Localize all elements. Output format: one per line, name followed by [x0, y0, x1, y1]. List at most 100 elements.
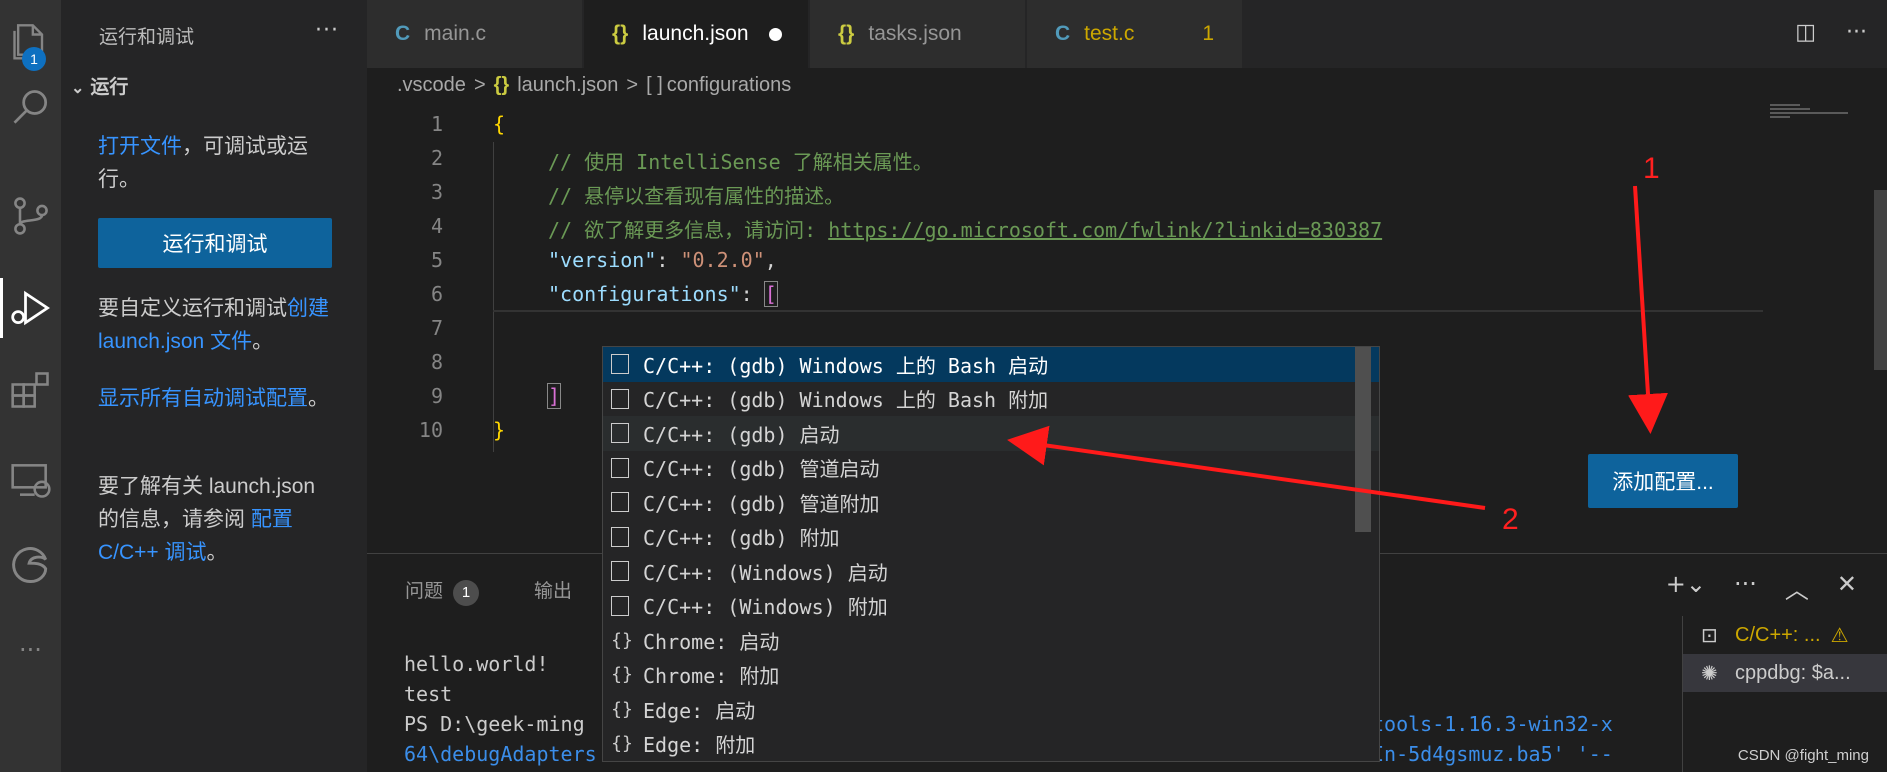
minimap[interactable] — [1770, 104, 1850, 124]
tab-label: test.c — [1084, 22, 1135, 45]
json-key: "configurations" — [548, 282, 741, 306]
line-number: 4 — [430, 214, 443, 238]
chevron-right-icon: > — [473, 74, 486, 96]
terminal-item[interactable]: ⊡ C/C++: ... ⚠ — [1683, 616, 1887, 654]
editor-scrollbar[interactable] — [1874, 190, 1887, 370]
activity-bar: 1 ··· — [0, 0, 61, 772]
edge-icon[interactable] — [0, 535, 61, 595]
chevron-down-icon: ⌄ — [71, 80, 85, 97]
suggestion-item[interactable]: C/C++: (gdb) 管道附加 — [603, 485, 1379, 520]
sidebar-title: 运行和调试 — [99, 27, 195, 48]
suggestion-item[interactable]: C/C++: (gdb) 启动 — [603, 416, 1379, 451]
suggestion-label: C/C++: (gdb) 管道附加 — [643, 491, 880, 516]
close-panel-icon[interactable]: ✕ — [1837, 570, 1857, 605]
source-control-icon[interactable] — [0, 186, 61, 246]
breadcrumb-file[interactable]: launch.json — [517, 74, 618, 96]
suggest-scrollbar[interactable] — [1355, 347, 1371, 532]
code-line-2: // 使用 IntelliSense 了解相关属性。 — [548, 150, 933, 174]
tab-launch-json[interactable]: {} launch.json — [584, 0, 809, 68]
suggestion-label: C/C++: (gdb) 管道启动 — [643, 457, 880, 482]
tab-test-c[interactable]: Ctest.c 1 — [1027, 0, 1243, 68]
suggestion-item[interactable]: C/C++: (Windows) 启动 — [603, 554, 1379, 589]
tab-tasks-json[interactable]: {} tasks.json — [810, 0, 1026, 68]
suggestion-label: Edge: 启动 — [643, 698, 756, 723]
watermark: CSDN @fight_ming — [1737, 747, 1869, 764]
json-key: "version" — [548, 248, 657, 272]
terminal-line: In-5d4gsmuz.ba5' '-- — [1372, 742, 1613, 766]
run-debug-icon[interactable] — [0, 278, 61, 338]
suggestion-label: C/C++: (gdb) 附加 — [643, 526, 840, 551]
line-number: 7 — [430, 316, 443, 340]
line-number: 10 — [418, 418, 443, 442]
show-all-hint: 显示所有自动调试配置。 — [98, 382, 338, 415]
breadcrumb-folder[interactable]: .vscode — [397, 74, 466, 96]
json-object-icon: {} — [611, 664, 633, 686]
json-object-icon: {} — [611, 733, 633, 755]
explorer-badge: 1 — [22, 47, 46, 71]
remote-explorer-icon[interactable] — [0, 450, 61, 510]
extensions-icon[interactable] — [0, 360, 61, 420]
code-line-9: ] — [546, 383, 562, 409]
suggestion-item[interactable]: C/C++: (gdb) 管道启动 — [603, 451, 1379, 486]
search-icon[interactable] — [0, 78, 61, 138]
unsaved-dot-icon[interactable] — [768, 27, 782, 41]
suggestion-label: Chrome: 启动 — [643, 629, 780, 654]
snippet-icon — [611, 526, 629, 547]
line-number: 1 — [430, 112, 443, 136]
split-editor-icon[interactable]: ◫ — [1795, 20, 1816, 45]
breadcrumb-symbol[interactable]: configurations — [667, 74, 792, 96]
c-file-icon: C — [1055, 22, 1071, 45]
suggestion-item[interactable]: C/C++: (gdb) 附加 — [603, 520, 1379, 555]
terminal-item[interactable]: ✺ cppdbg: $a... — [1683, 654, 1887, 692]
line-number: 8 — [430, 350, 443, 374]
suggestion-item[interactable]: {} Chrome: 启动 — [603, 623, 1379, 658]
suggestion-item[interactable]: C/C++: (Windows) 附加 — [603, 589, 1379, 624]
tab-actions: ◫ ··· — [1795, 20, 1867, 45]
snippet-icon — [611, 354, 629, 375]
new-terminal-icon[interactable]: +⌄ — [1666, 570, 1706, 605]
tab-problems[interactable]: 问题 1 — [405, 576, 480, 606]
suggestion-label: C/C++: (gdb) Windows 上的 Bash 启动 — [643, 353, 1049, 378]
tab-main-c[interactable]: Cmain.c — [367, 0, 583, 68]
sidebar-more-icon[interactable]: ··· — [315, 18, 339, 43]
customize-hint: 要自定义运行和调试创建 launch.json 文件。 — [98, 292, 338, 358]
suggestion-label: C/C++: (gdb) 启动 — [643, 422, 840, 447]
suggestion-item[interactable]: C/C++: (gdb) Windows 上的 Bash 附加 — [603, 382, 1379, 417]
more-actions-icon[interactable]: ··· — [1734, 570, 1757, 605]
run-section-header[interactable]: ⌄ 运行 — [71, 72, 128, 99]
run-and-debug-button[interactable]: 运行和调试 — [98, 218, 332, 268]
problems-badge: 1 — [453, 580, 480, 606]
suggestion-label: C/C++: (Windows) 附加 — [643, 595, 888, 620]
code-line-1: { — [493, 112, 506, 136]
tab-label: tasks.json — [868, 22, 962, 45]
add-configuration-button[interactable]: 添加配置... — [1588, 454, 1738, 508]
json-string: "0.2.0" — [680, 248, 765, 272]
line-number: 6 — [430, 282, 443, 306]
chevron-right-icon: > — [626, 74, 639, 96]
suggestion-item[interactable]: {} Edge: 启动 — [603, 692, 1379, 727]
bracket-open: [ — [763, 281, 778, 307]
tab-output[interactable]: 输出 — [534, 576, 572, 603]
docs-link[interactable]: https://go.microsoft.com/fwlink/?linkid=… — [828, 218, 1382, 242]
code-line-5: "version": "0.2.0", — [548, 248, 777, 272]
more-actions-icon[interactable]: ··· — [1846, 20, 1867, 45]
maximize-panel-icon[interactable]: ︿ — [1785, 570, 1809, 605]
json-object-icon: {} — [611, 698, 633, 720]
open-file-hint: 打开文件，可调试或运行。 — [98, 130, 338, 196]
run-debug-sidebar: 运行和调试 ··· ⌄ 运行 打开文件，可调试或运行。 运行和调试 要自定义运行和… — [61, 0, 367, 772]
tab-label: launch.json — [642, 22, 749, 45]
debug-icon: ✺ — [1701, 662, 1718, 685]
json-object-icon: {} — [611, 629, 633, 651]
more-icon[interactable]: ··· — [0, 620, 61, 680]
suggestion-item[interactable]: {} Chrome: 附加 — [603, 658, 1379, 693]
json-file-icon: {} — [838, 22, 855, 45]
show-all-configs-link[interactable]: 显示所有自动调试配置 — [98, 387, 308, 410]
tab-label: main.c — [424, 22, 487, 45]
suggestion-item[interactable]: {} Edge: 附加 — [603, 727, 1379, 762]
terminal-line: 64\debugAdapters — [404, 742, 597, 766]
code-line-3: // 悬停以查看现有属性的描述。 — [548, 184, 845, 208]
code-line-6: "configurations": [ — [548, 281, 778, 307]
breadcrumb: .vscode > {} launch.json > [ ] configurations — [397, 74, 791, 97]
suggestion-item[interactable]: C/C++: (gdb) Windows 上的 Bash 启动 — [603, 347, 1379, 382]
open-file-link[interactable]: 打开文件 — [98, 135, 182, 158]
